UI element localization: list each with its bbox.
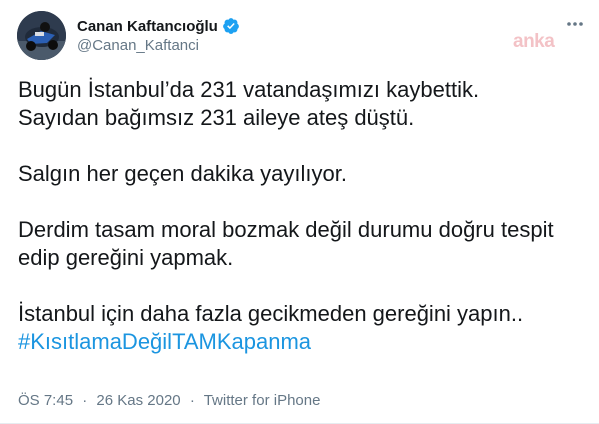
tweet-paragraph: Derdim tasam moral bozmak değil durumu d…	[18, 216, 583, 272]
more-options-icon	[567, 22, 583, 26]
tweet-line: Salgın her geçen dakika yayılıyor.	[18, 161, 347, 186]
tweet-text: Bugün İstanbul’da 231 vatandaşımızı kayb…	[18, 76, 583, 356]
hashtag-link[interactable]: #KısıtlamaDeğilTAMKapanma	[18, 329, 311, 354]
tweet-line: Derdim tasam moral bozmak değil durumu d…	[18, 217, 554, 242]
author-handle[interactable]: @Canan_Kaftanci	[77, 37, 199, 54]
tweet-time[interactable]: ÖS 7:45	[18, 392, 73, 409]
tweet-line: İstanbul için daha fazla gecikmeden gere…	[18, 301, 524, 326]
agency-watermark: anka	[513, 31, 555, 52]
author-name-row[interactable]: Canan Kaftancıoğlu	[77, 16, 240, 36]
avatar[interactable]	[17, 11, 66, 60]
tweet-source[interactable]: Twitter for iPhone	[204, 392, 321, 409]
more-options-button[interactable]	[562, 14, 588, 34]
tweet-line: edip gereğini yapmak.	[18, 245, 234, 270]
meta-separator: ·	[82, 392, 88, 409]
hashtag-line: #KısıtlamaDeğilTAMKapanma	[18, 328, 583, 356]
tweet-line: Sayıdan bağımsız 231 aileye ateş düştü.	[18, 105, 415, 130]
tweet-paragraph: Salgın her geçen dakika yayılıyor.	[18, 160, 583, 188]
tweet-paragraph: Bugün İstanbul’da 231 vatandaşımızı kayb…	[18, 76, 583, 132]
meta-separator: ·	[189, 392, 195, 409]
tweet-line: Bugün İstanbul’da 231 vatandaşımızı kayb…	[18, 77, 480, 102]
author-display-name[interactable]: Canan Kaftancıoğlu	[77, 18, 218, 35]
tweet-meta: ÖS 7:45 · 26 Kas 2020 · Twitter for iPho…	[18, 392, 320, 409]
tweet-paragraph: İstanbul için daha fazla gecikmeden gere…	[18, 300, 583, 356]
verified-badge-icon	[222, 17, 240, 35]
tweet-date[interactable]: 26 Kas 2020	[96, 392, 180, 409]
tweet-card: Canan Kaftancıoğlu @Canan_Kaftanci anka …	[0, 0, 599, 424]
